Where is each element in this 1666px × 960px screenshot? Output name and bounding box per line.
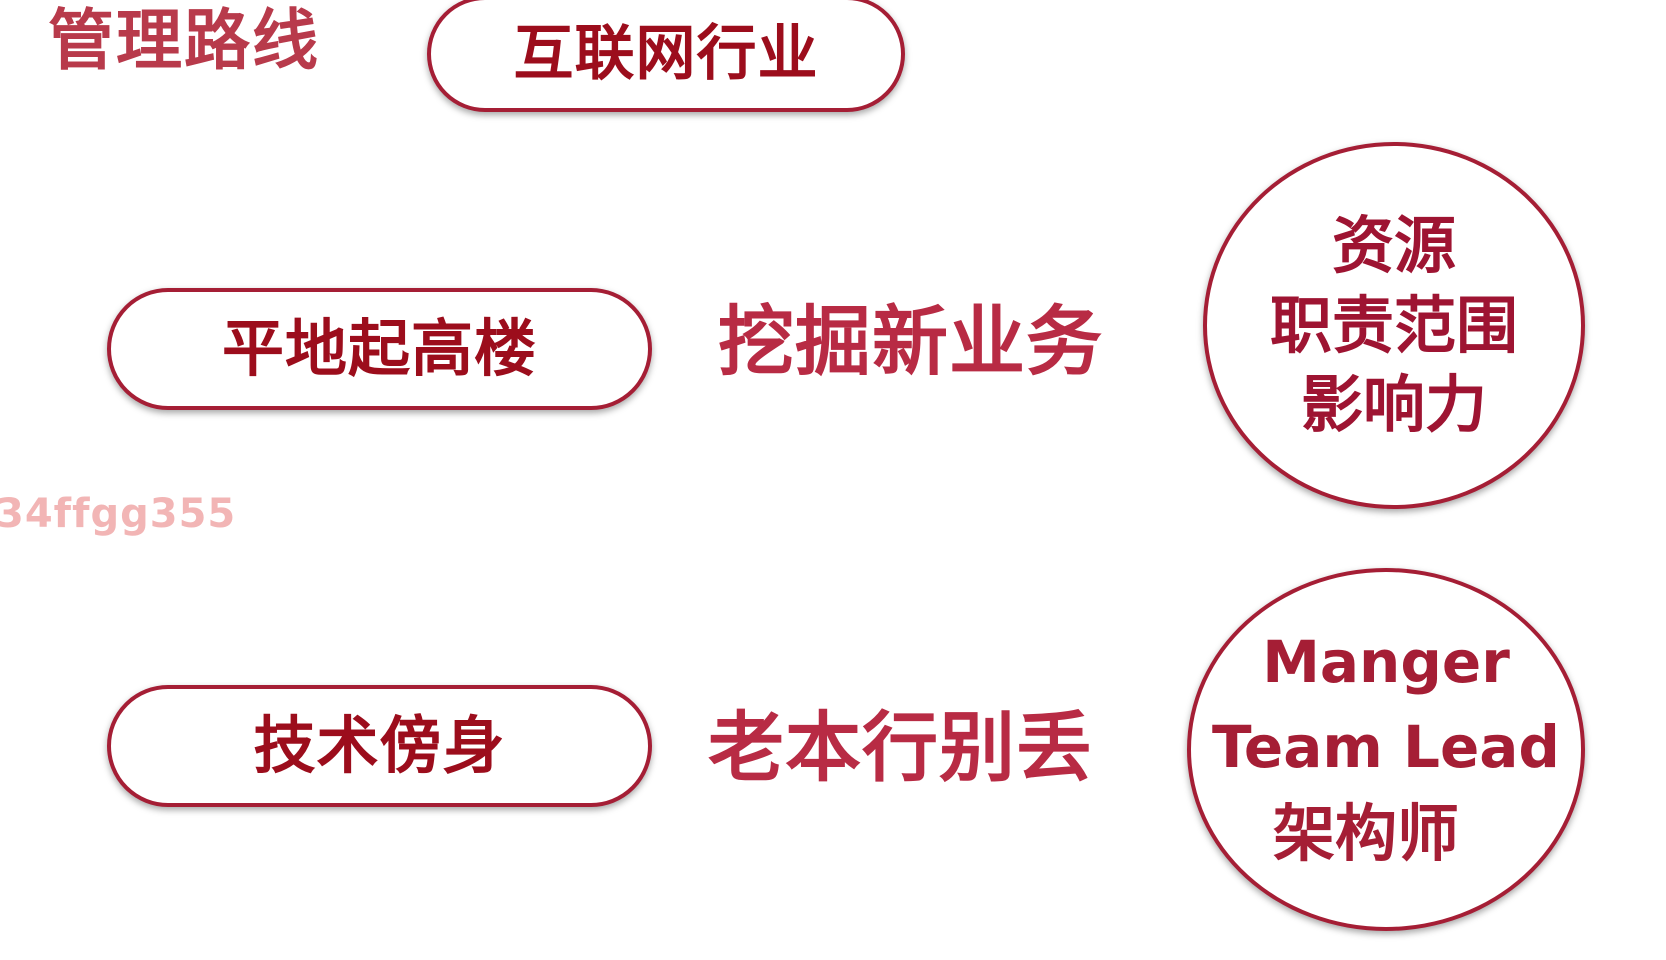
path-middle-text: 老本行别丢 xyxy=(708,703,1093,792)
circle-line: 职责范围 xyxy=(1269,288,1518,362)
industry-tag-label: 互联网行业 xyxy=(513,19,819,89)
circle-line: 架构师 xyxy=(1272,796,1459,870)
circle-line: Team Lead xyxy=(1212,712,1560,781)
page-title: 管理路线 xyxy=(48,2,320,79)
path-pill-build-from-ground: 平地起高楼 xyxy=(107,288,652,410)
path-pill-label: 技术傍身 xyxy=(253,709,506,782)
outcome-circle-roles: Manger Team Lead 架构师 xyxy=(1187,568,1585,931)
circle-line: 影响力 xyxy=(1300,368,1487,442)
path-pill-label: 平地起高楼 xyxy=(221,312,537,385)
circle-line: 资源 xyxy=(1331,209,1456,283)
outcome-circle-resources: 资源 职责范围 影响力 xyxy=(1203,142,1585,509)
path-middle-text: 挖掘新业务 xyxy=(718,297,1103,386)
industry-tag: 互联网行业 xyxy=(427,0,905,112)
circle-line: Manger xyxy=(1262,628,1510,697)
watermark-text: 34ffgg355 xyxy=(0,491,237,537)
path-pill-tech-backed: 技术傍身 xyxy=(107,685,652,807)
